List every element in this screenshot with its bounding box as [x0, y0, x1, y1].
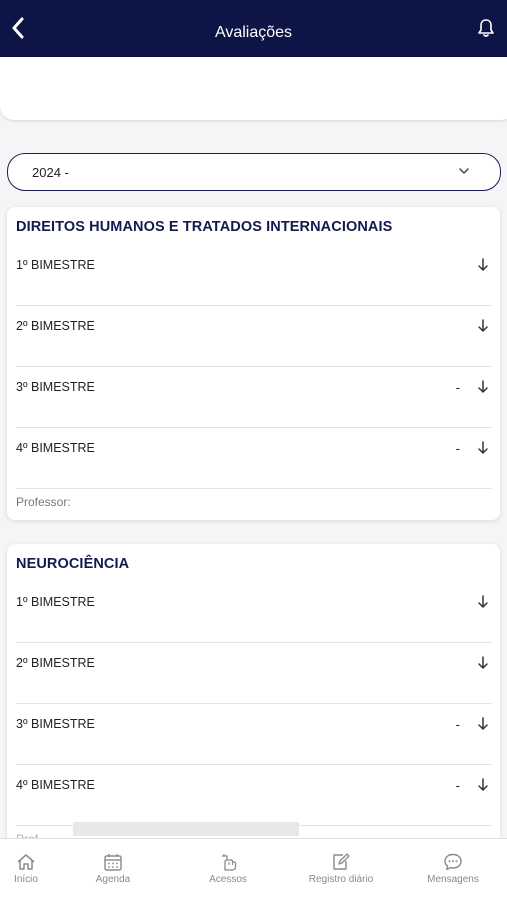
- summary-panel: [0, 57, 507, 120]
- nav-item-mensagens[interactable]: Mensagens: [424, 839, 482, 900]
- notifications-button[interactable]: [475, 16, 497, 40]
- nav-label: Início: [14, 874, 38, 885]
- bimester-row[interactable]: 3º BIMESTRE -: [16, 704, 492, 765]
- app-header: Avaliações: [0, 0, 507, 57]
- bimester-grade: -: [455, 441, 460, 456]
- bell-icon: [478, 19, 494, 37]
- chevron-left-icon: [12, 17, 24, 39]
- home-icon: [17, 854, 35, 870]
- subject-card: NEUROCIÊNCIA 1º BIMESTRE 2º BIMESTRE 3º …: [7, 544, 500, 846]
- subject-title: NEUROCIÊNCIA: [16, 556, 130, 572]
- nav-item-agenda[interactable]: Agenda: [88, 839, 138, 900]
- bimester-row[interactable]: 4º BIMESTRE -: [16, 765, 492, 826]
- bimester-row[interactable]: 2º BIMESTRE: [16, 643, 492, 704]
- edit-icon: [333, 853, 350, 870]
- bimester-row[interactable]: 4º BIMESTRE -: [16, 428, 492, 489]
- bimester-label: 3º BIMESTRE: [16, 380, 95, 394]
- arrow-down-icon[interactable]: [476, 318, 490, 334]
- arrow-down-icon[interactable]: [476, 440, 490, 456]
- nav-item-acessos[interactable]: Acessos: [201, 839, 255, 900]
- bimester-label: 1º BIMESTRE: [16, 595, 95, 609]
- arrow-down-icon[interactable]: [476, 655, 490, 671]
- nav-item-inicio[interactable]: Início: [4, 839, 48, 900]
- bimester-label: 2º BIMESTRE: [16, 319, 95, 333]
- bimester-row[interactable]: 2º BIMESTRE: [16, 306, 492, 367]
- bimester-label: 4º BIMESTRE: [16, 441, 95, 455]
- bimester-grade: -: [455, 778, 460, 793]
- arrow-down-icon[interactable]: [476, 716, 490, 732]
- bimester-grade: -: [455, 380, 460, 395]
- nav-item-registro-diario[interactable]: Registro diário: [305, 839, 377, 900]
- nav-label: Registro diário: [308, 874, 374, 885]
- bimester-grade: -: [455, 717, 460, 732]
- arrow-down-icon[interactable]: [476, 777, 490, 793]
- subject-title: DIREITOS HUMANOS E TRATADOS INTERNACIONA…: [16, 219, 393, 235]
- hand-pointer-icon: [222, 854, 237, 871]
- bimester-label: 2º BIMESTRE: [16, 656, 95, 670]
- arrow-down-icon[interactable]: [476, 379, 490, 395]
- bimester-row[interactable]: 1º BIMESTRE: [16, 245, 492, 306]
- nav-label: Mensagens: [427, 874, 479, 885]
- calendar-icon: [104, 854, 122, 871]
- bimester-label: 4º BIMESTRE: [16, 778, 95, 792]
- arrow-down-icon[interactable]: [476, 594, 490, 610]
- bimester-row[interactable]: 3º BIMESTRE -: [16, 367, 492, 428]
- back-button[interactable]: [6, 14, 30, 42]
- chevron-down-icon: [459, 168, 469, 174]
- scrollbar[interactable]: [73, 822, 299, 836]
- bimester-label: 3º BIMESTRE: [16, 717, 95, 731]
- subject-card: DIREITOS HUMANOS E TRATADOS INTERNACIONA…: [7, 207, 500, 520]
- arrow-down-icon[interactable]: [476, 257, 490, 273]
- nav-label: Agenda: [95, 874, 131, 885]
- bimester-row[interactable]: 1º BIMESTRE: [16, 582, 492, 643]
- page-title: Avaliações: [214, 23, 293, 41]
- professor-label: Professor:: [16, 495, 71, 509]
- year-select[interactable]: 2024 -: [7, 153, 501, 191]
- bimester-label: 1º BIMESTRE: [16, 258, 95, 272]
- chat-icon: [444, 853, 462, 871]
- year-select-value: 2024 -: [32, 164, 69, 180]
- bottom-navigation: Início Agenda Acessos Registro diário Me…: [0, 838, 507, 900]
- nav-label: Acessos: [209, 874, 247, 885]
